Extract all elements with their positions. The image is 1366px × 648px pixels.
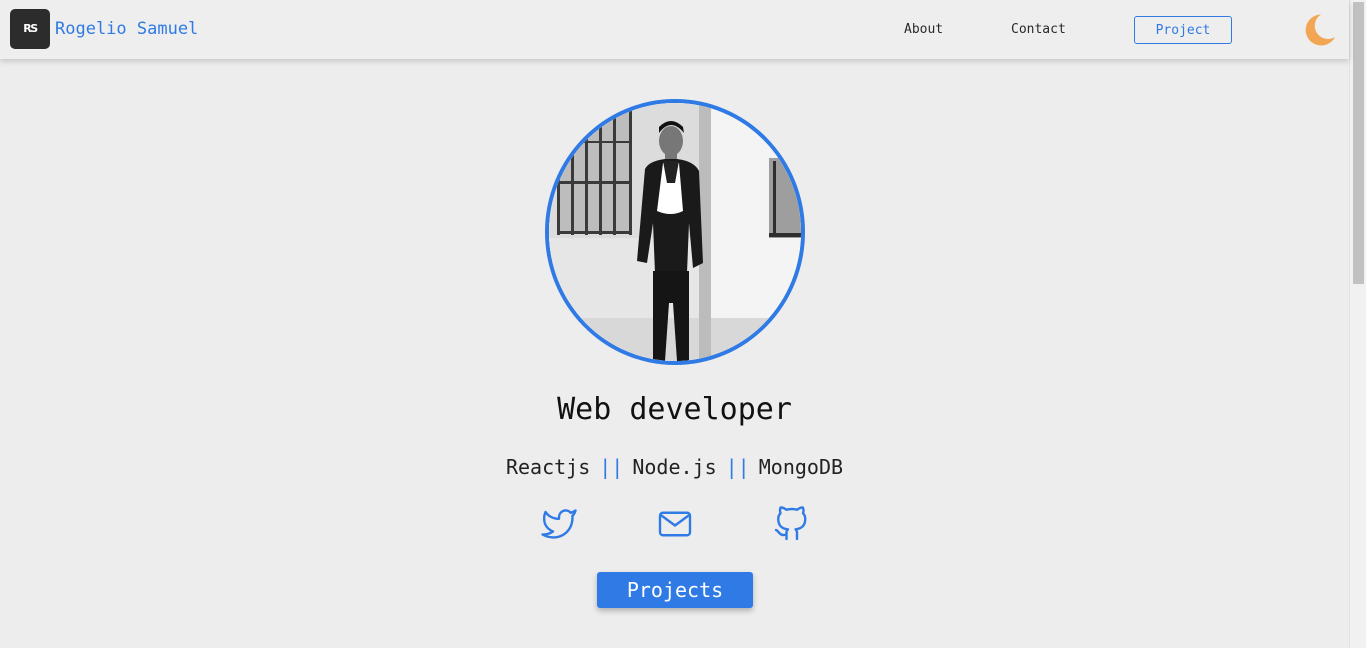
moon-icon[interactable] (1300, 12, 1336, 48)
stack-separator: || (599, 455, 624, 479)
stack-item: Node.js (632, 455, 717, 479)
profile-photo (549, 103, 801, 361)
stack-item: Reactjs (505, 455, 591, 479)
scrollbar-thumb[interactable] (1353, 2, 1364, 284)
twitter-icon[interactable] (541, 506, 577, 542)
avatar (545, 99, 805, 365)
nav-link-about[interactable]: About (904, 22, 943, 38)
headline: Web developer (557, 392, 792, 427)
navbar: RS Rogelio Samuel About Contact Project (0, 0, 1349, 59)
projects-button[interactable]: Projects (597, 572, 753, 608)
logo-text: RS (23, 21, 38, 35)
nav-link-contact[interactable]: Contact (1011, 22, 1066, 38)
project-button[interactable]: Project (1134, 16, 1232, 44)
scrollbar[interactable] (1349, 0, 1366, 648)
stack-item: MongoDB (758, 455, 844, 479)
page: RS Rogelio Samuel About Contact Project (0, 0, 1366, 648)
stack-separator: || (725, 455, 750, 479)
tech-stack: Reactjs || Node.js || MongoDB (0, 454, 1349, 480)
github-icon[interactable] (773, 506, 809, 542)
mail-icon[interactable] (657, 506, 693, 542)
logo[interactable]: RS (10, 9, 50, 49)
brand-name[interactable]: Rogelio Samuel (55, 19, 198, 39)
